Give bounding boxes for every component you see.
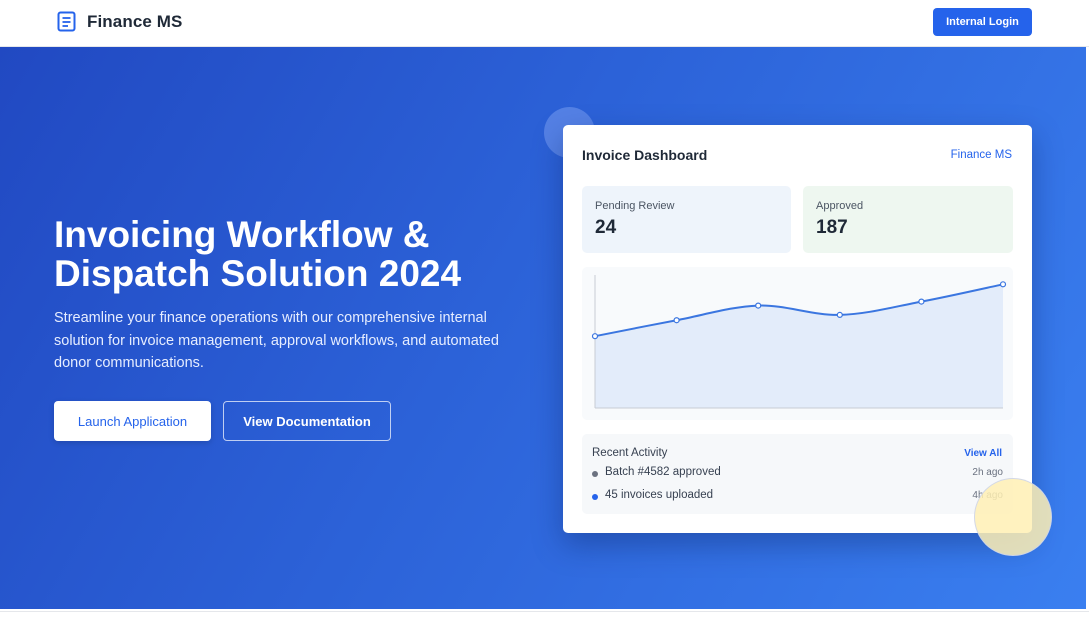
- stat-pending-review: Pending Review 24: [582, 186, 791, 253]
- activity-text: Batch #4582 approved: [605, 466, 721, 478]
- invoice-dashboard-card: Invoice Dashboard Finance MS Pending Rev…: [563, 125, 1032, 533]
- launch-application-button[interactable]: Launch Application: [54, 401, 211, 441]
- footer-divider: [0, 611, 1089, 612]
- stat-approved: Approved 187: [803, 186, 1013, 253]
- chart-point: [836, 311, 843, 319]
- status-dot-icon: [592, 494, 598, 500]
- activity-item: Batch #4582 approved 2h ago: [592, 466, 1003, 482]
- hero-title-line1: Invoicing Workflow &: [54, 214, 430, 255]
- document-icon: [57, 11, 76, 32]
- decorative-circle: [974, 478, 1052, 556]
- stat-label: Pending Review: [595, 200, 675, 212]
- dashboard-title: Invoice Dashboard: [582, 147, 708, 163]
- trend-chart-svg: [591, 275, 1007, 409]
- hero-subtitle: Streamline your finance operations with …: [54, 310, 499, 371]
- recent-activity-panel: Recent Activity View All Batch #4582 app…: [582, 434, 1013, 514]
- brand-name: Finance MS: [87, 11, 183, 31]
- view-documentation-button[interactable]: View Documentation: [223, 401, 391, 441]
- chart-point: [918, 298, 925, 305]
- chart-point: [591, 333, 599, 340]
- activity-time: 2h ago: [972, 467, 1003, 478]
- trend-chart: [582, 267, 1013, 420]
- stat-label: Approved: [816, 200, 864, 212]
- chart-point: [999, 281, 1007, 288]
- chart-point: [755, 302, 762, 309]
- top-nav: Finance MS Internal Login: [0, 0, 1089, 47]
- hero-section: Invoicing Workflow & Dispatch Solution 2…: [0, 47, 1086, 609]
- hero-title-line2: Dispatch Solution 2024: [54, 253, 462, 294]
- dashboard-brand: Finance MS: [950, 149, 1012, 161]
- status-dot-icon: [592, 471, 598, 477]
- stat-value: 24: [595, 217, 617, 238]
- chart-point: [673, 317, 680, 324]
- chart-area-fill: [595, 284, 1003, 408]
- internal-login-button[interactable]: Internal Login: [933, 8, 1032, 36]
- view-all-link[interactable]: View All: [964, 448, 1002, 459]
- brand[interactable]: Finance MS: [56, 11, 182, 32]
- recent-activity-title: Recent Activity: [592, 447, 668, 459]
- activity-text: 45 invoices uploaded: [605, 489, 714, 501]
- stat-value: 187: [816, 217, 848, 238]
- activity-item: 45 invoices uploaded 4h ago: [592, 489, 1003, 505]
- hero-title: Invoicing Workflow & Dispatch Solution 2…: [54, 215, 534, 293]
